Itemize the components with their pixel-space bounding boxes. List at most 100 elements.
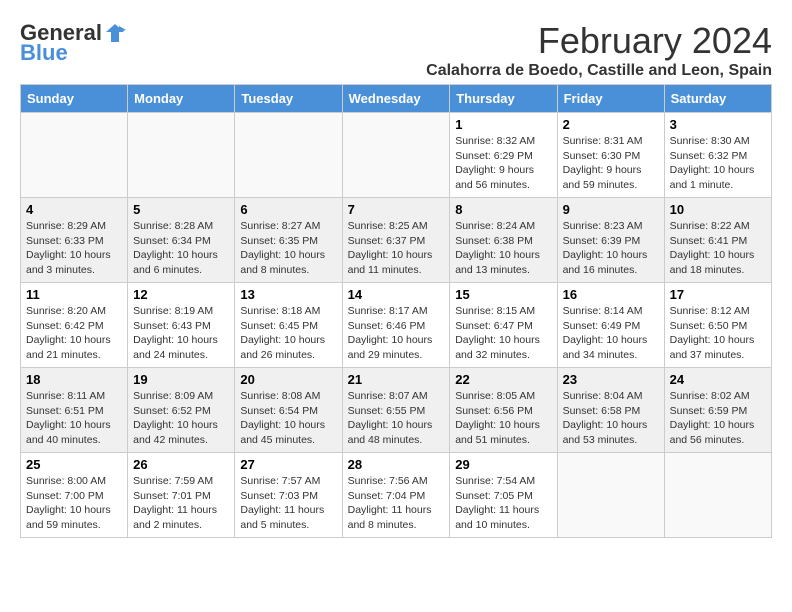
day-number: 16 [563, 287, 659, 302]
day-number: 1 [455, 117, 551, 132]
calendar-cell: 18Sunrise: 8:11 AM Sunset: 6:51 PM Dayli… [21, 368, 128, 453]
day-number: 20 [240, 372, 336, 387]
day-info: Sunrise: 8:25 AM Sunset: 6:37 PM Dayligh… [348, 219, 445, 278]
logo-blue-text: Blue [20, 40, 68, 66]
calendar-title: February 2024 [426, 20, 772, 62]
calendar-cell: 25 Sunrise: 8:00 AM Sunset: 7:00 PM Dayli… [21, 453, 128, 538]
calendar-cell: 6 Sunrise: 8:27 AM Sunset: 6:35 PM Daylig… [235, 198, 342, 283]
day-info: Sunrise: 8:09 AM Sunset: 6:52 PM Dayligh… [133, 389, 229, 448]
calendar-cell [342, 113, 450, 198]
calendar-cell: 17 Sunrise: 8:12 AM Sunset: 6:50 PM Dayli… [664, 283, 771, 368]
calendar-cell: 12 Sunrise: 8:19 AM Sunset: 6:43 PM Dayli… [128, 283, 235, 368]
day-number: 23 [563, 372, 659, 387]
calendar-header-sunday: Sunday [21, 85, 128, 113]
calendar-cell [664, 453, 771, 538]
day-info: Sunrise: 7:57 AM Sunset: 7:03 PM Dayligh… [240, 474, 336, 533]
day-info: Sunrise: 8:28 AM Sunset: 6:34 PM Dayligh… [133, 219, 229, 278]
day-number: 11 [26, 287, 122, 302]
day-number: 10 [670, 202, 766, 217]
calendar-header-friday: Friday [557, 85, 664, 113]
day-info: Sunrise: 8:20 AM Sunset: 6:42 PM Dayligh… [26, 304, 122, 363]
day-info: Sunrise: 8:12 AM Sunset: 6:50 PM Dayligh… [670, 304, 766, 363]
day-number: 22 [455, 372, 551, 387]
calendar-week-row: 25 Sunrise: 8:00 AM Sunset: 7:00 PM Dayli… [21, 453, 772, 538]
calendar-cell [21, 113, 128, 198]
day-number: 12 [133, 287, 229, 302]
calendar-cell: 1 Sunrise: 8:32 AM Sunset: 6:29 PM Daylig… [450, 113, 557, 198]
day-info: Sunrise: 7:54 AM Sunset: 7:05 PM Dayligh… [455, 474, 551, 533]
day-number: 24 [670, 372, 766, 387]
calendar-body: 1 Sunrise: 8:32 AM Sunset: 6:29 PM Daylig… [21, 113, 772, 538]
day-number: 3 [670, 117, 766, 132]
calendar-cell: 2Sunrise: 8:31 AM Sunset: 6:30 PM Daylig… [557, 113, 664, 198]
day-number: 4 [26, 202, 122, 217]
day-info: Sunrise: 8:24 AM Sunset: 6:38 PM Dayligh… [455, 219, 551, 278]
page-header: General Blue February 2024 Calahorra de … [20, 20, 772, 80]
day-number: 21 [348, 372, 445, 387]
calendar-cell: 29 Sunrise: 7:54 AM Sunset: 7:05 PM Dayli… [450, 453, 557, 538]
calendar-cell: 11 Sunrise: 8:20 AM Sunset: 6:42 PM Dayli… [21, 283, 128, 368]
calendar-cell: 10 Sunrise: 8:22 AM Sunset: 6:41 PM Dayli… [664, 198, 771, 283]
day-info: Sunrise: 8:19 AM Sunset: 6:43 PM Dayligh… [133, 304, 229, 363]
logo-bird-icon [104, 22, 126, 44]
day-number: 7 [348, 202, 445, 217]
calendar-cell: 3Sunrise: 8:30 AM Sunset: 6:32 PM Daylig… [664, 113, 771, 198]
calendar-cell [557, 453, 664, 538]
day-info: Sunrise: 8:22 AM Sunset: 6:41 PM Dayligh… [670, 219, 766, 278]
day-info: Sunrise: 8:27 AM Sunset: 6:35 PM Dayligh… [240, 219, 336, 278]
day-number: 25 [26, 457, 122, 472]
day-info: Sunrise: 8:08 AM Sunset: 6:54 PM Dayligh… [240, 389, 336, 448]
day-info: Sunrise: 7:56 AM Sunset: 7:04 PM Dayligh… [348, 474, 445, 533]
day-info: Sunrise: 8:23 AM Sunset: 6:39 PM Dayligh… [563, 219, 659, 278]
calendar-header-row: SundayMondayTuesdayWednesdayThursdayFrid… [21, 85, 772, 113]
calendar-week-row: 11 Sunrise: 8:20 AM Sunset: 6:42 PM Dayli… [21, 283, 772, 368]
day-info: Sunrise: 8:29 AM Sunset: 6:33 PM Dayligh… [26, 219, 122, 278]
day-info: Sunrise: 8:18 AM Sunset: 6:45 PM Dayligh… [240, 304, 336, 363]
day-number: 13 [240, 287, 336, 302]
day-info: Sunrise: 8:00 AM Sunset: 7:00 PM Dayligh… [26, 474, 122, 533]
calendar-cell: 15Sunrise: 8:15 AM Sunset: 6:47 PM Dayli… [450, 283, 557, 368]
calendar-header-tuesday: Tuesday [235, 85, 342, 113]
calendar-cell: 27 Sunrise: 7:57 AM Sunset: 7:03 PM Dayli… [235, 453, 342, 538]
day-info: Sunrise: 8:32 AM Sunset: 6:29 PM Dayligh… [455, 134, 551, 193]
day-number: 19 [133, 372, 229, 387]
day-number: 29 [455, 457, 551, 472]
calendar-cell: 22 Sunrise: 8:05 AM Sunset: 6:56 PM Dayli… [450, 368, 557, 453]
day-number: 28 [348, 457, 445, 472]
calendar-week-row: 18Sunrise: 8:11 AM Sunset: 6:51 PM Dayli… [21, 368, 772, 453]
day-number: 8 [455, 202, 551, 217]
calendar-cell: 4 Sunrise: 8:29 AM Sunset: 6:33 PM Daylig… [21, 198, 128, 283]
calendar-cell: 16 Sunrise: 8:14 AM Sunset: 6:49 PM Dayli… [557, 283, 664, 368]
title-area: February 2024 Calahorra de Boedo, Castil… [426, 20, 772, 80]
day-number: 6 [240, 202, 336, 217]
calendar-week-row: 1 Sunrise: 8:32 AM Sunset: 6:29 PM Daylig… [21, 113, 772, 198]
day-number: 27 [240, 457, 336, 472]
calendar-cell: 7 Sunrise: 8:25 AM Sunset: 6:37 PM Daylig… [342, 198, 450, 283]
calendar-week-row: 4 Sunrise: 8:29 AM Sunset: 6:33 PM Daylig… [21, 198, 772, 283]
day-info: Sunrise: 8:04 AM Sunset: 6:58 PM Dayligh… [563, 389, 659, 448]
calendar-cell: 28 Sunrise: 7:56 AM Sunset: 7:04 PM Dayli… [342, 453, 450, 538]
calendar-table: SundayMondayTuesdayWednesdayThursdayFrid… [20, 84, 772, 538]
calendar-cell: 21 Sunrise: 8:07 AM Sunset: 6:55 PM Dayli… [342, 368, 450, 453]
day-number: 18 [26, 372, 122, 387]
calendar-cell: 8 Sunrise: 8:24 AM Sunset: 6:38 PM Daylig… [450, 198, 557, 283]
calendar-header-saturday: Saturday [664, 85, 771, 113]
day-info: Sunrise: 8:14 AM Sunset: 6:49 PM Dayligh… [563, 304, 659, 363]
day-info: Sunrise: 8:17 AM Sunset: 6:46 PM Dayligh… [348, 304, 445, 363]
day-info: Sunrise: 8:31 AM Sunset: 6:30 PM Dayligh… [563, 134, 659, 193]
calendar-cell: 19 Sunrise: 8:09 AM Sunset: 6:52 PM Dayli… [128, 368, 235, 453]
day-number: 15 [455, 287, 551, 302]
day-number: 26 [133, 457, 229, 472]
calendar-cell: 26Sunrise: 7:59 AM Sunset: 7:01 PM Dayli… [128, 453, 235, 538]
calendar-cell: 20 Sunrise: 8:08 AM Sunset: 6:54 PM Dayli… [235, 368, 342, 453]
calendar-cell: 23 Sunrise: 8:04 AM Sunset: 6:58 PM Dayli… [557, 368, 664, 453]
calendar-cell [128, 113, 235, 198]
day-info: Sunrise: 8:05 AM Sunset: 6:56 PM Dayligh… [455, 389, 551, 448]
calendar-header-thursday: Thursday [450, 85, 557, 113]
day-number: 17 [670, 287, 766, 302]
day-info: Sunrise: 8:07 AM Sunset: 6:55 PM Dayligh… [348, 389, 445, 448]
calendar-cell [235, 113, 342, 198]
calendar-header-monday: Monday [128, 85, 235, 113]
logo: General Blue [20, 20, 126, 66]
day-number: 14 [348, 287, 445, 302]
